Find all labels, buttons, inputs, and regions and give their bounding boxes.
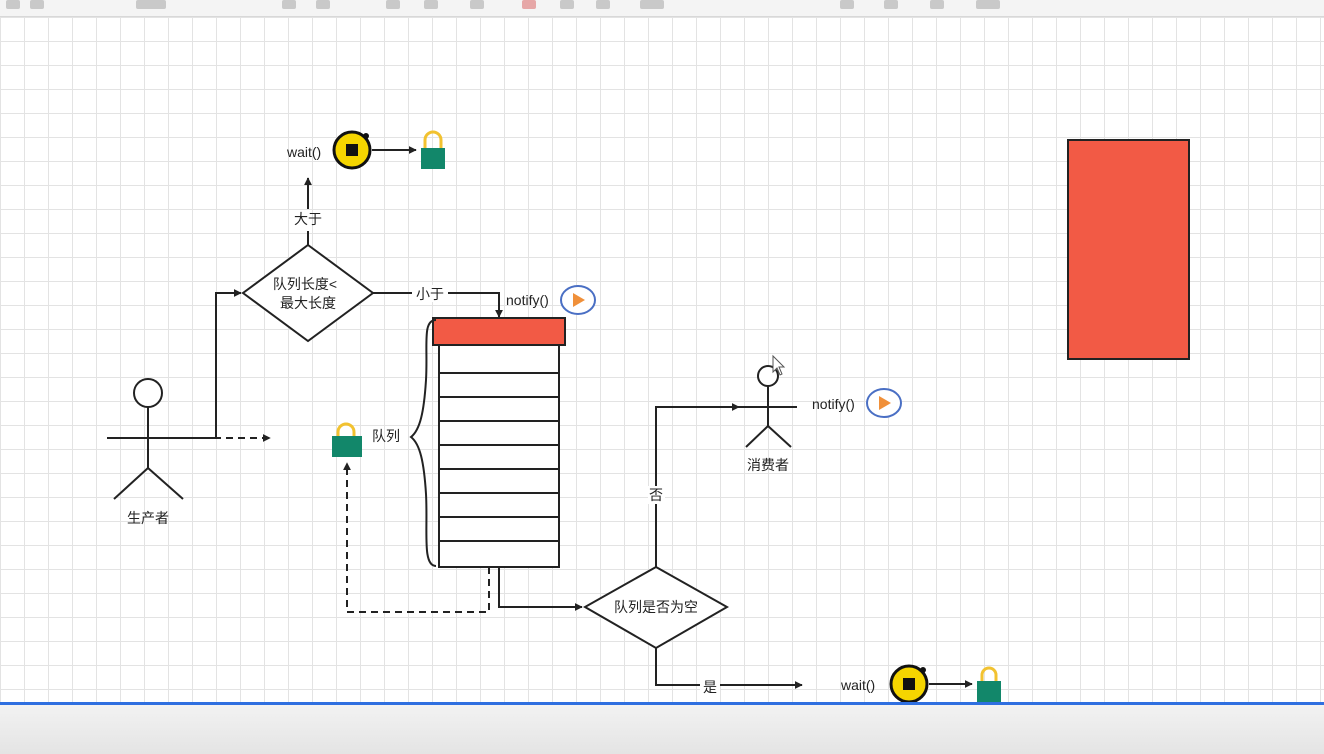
queue-to-decision-connector — [498, 567, 583, 611]
consumer-figure[interactable] — [739, 365, 797, 448]
toolbar-button[interactable] — [424, 0, 438, 9]
wait-bottom-label: wait() — [840, 677, 875, 693]
edge-label-less: 小于 — [416, 286, 444, 302]
producer-to-decision-connector — [190, 289, 242, 439]
lock-icon — [332, 422, 362, 457]
toolbar-button[interactable] — [522, 0, 536, 9]
notify-queue-label: notify() — [506, 292, 549, 308]
queue-head — [432, 317, 566, 346]
stop-icon[interactable] — [889, 664, 929, 702]
play-icon[interactable] — [560, 285, 596, 315]
toolbar-button[interactable] — [470, 0, 484, 9]
flowchart: 生产者 队列长度< 最大长度 大于 wait() 小于 notify() 队列 … — [107, 130, 1190, 702]
toolbar-button[interactable] — [560, 0, 574, 9]
decision-queue-full-line1: 队列长度< — [273, 276, 337, 292]
notify-consumer-label: notify() — [812, 396, 855, 412]
yes-connector — [655, 648, 803, 689]
toolbar-button[interactable] — [930, 0, 944, 9]
play-icon[interactable] — [866, 388, 902, 418]
toolbar-button[interactable] — [316, 0, 330, 9]
toolbar — [0, 0, 1324, 17]
toolbar-button[interactable] — [976, 0, 1000, 9]
toolbar-button[interactable] — [6, 0, 20, 9]
toolbar-button[interactable] — [884, 0, 898, 9]
decision-queue-full-line2: 最大长度 — [280, 295, 336, 311]
edge-label-yes: 是 — [703, 679, 717, 695]
decision-queue-full[interactable] — [241, 243, 375, 343]
toolbar-button[interactable] — [30, 0, 44, 9]
producer-label: 生产者 — [127, 510, 169, 526]
red-block[interactable] — [1067, 139, 1190, 360]
queue-label: 队列 — [372, 428, 400, 444]
diagram-canvas[interactable]: 生产者 队列长度< 最大长度 大于 wait() 小于 notify() 队列 … — [0, 17, 1324, 702]
toolbar-button[interactable] — [840, 0, 854, 9]
toolbar-button[interactable] — [386, 0, 400, 9]
queue-brace — [409, 319, 437, 567]
bottom-bar — [0, 705, 1324, 754]
toolbar-button[interactable] — [640, 0, 664, 9]
producer-figure[interactable] — [107, 378, 190, 500]
decision-queue-empty-label: 队列是否为空 — [614, 599, 698, 615]
stop-icon[interactable] — [332, 130, 372, 170]
toolbar-button[interactable] — [136, 0, 166, 9]
lock-icon — [977, 666, 1001, 702]
wait-top-label: wait() — [286, 144, 321, 160]
edge-label-greater: 大于 — [294, 211, 322, 227]
queue-container[interactable] — [438, 344, 560, 568]
no-connector — [655, 403, 740, 567]
toolbar-button[interactable] — [282, 0, 296, 9]
lock-icon — [421, 130, 445, 169]
toolbar-button[interactable] — [596, 0, 610, 9]
edge-label-no: 否 — [649, 487, 663, 503]
consumer-label: 消费者 — [747, 457, 789, 473]
